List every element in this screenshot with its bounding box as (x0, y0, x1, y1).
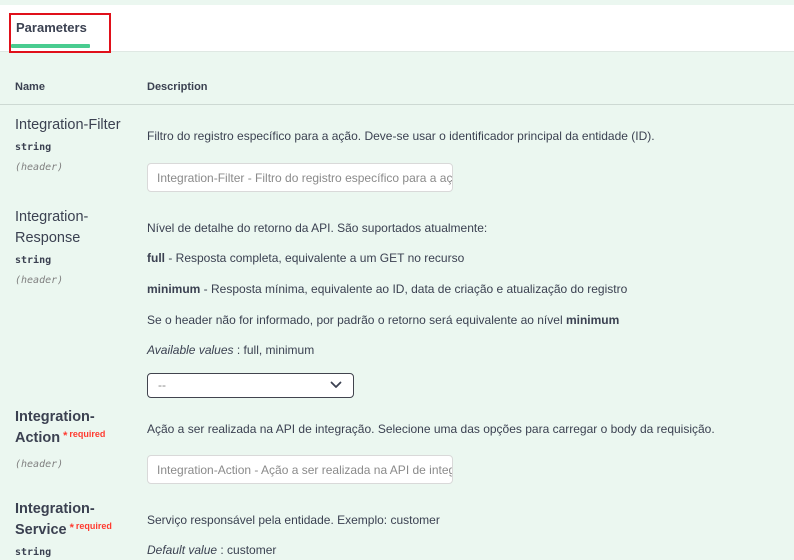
param-name-integration-response: Integration- Response (15, 207, 88, 249)
option-minimum-text: - Resposta mínima, equivalente ao ID, da… (200, 282, 628, 296)
tab-bar: Parameters (0, 5, 794, 53)
option-full-text: - Resposta completa, equivalente a um GE… (165, 251, 465, 265)
param-location: (header) (15, 162, 64, 173)
option-minimum: minimum - Resposta mínima, equivalente a… (147, 282, 627, 296)
required-asterisk: * (63, 430, 68, 442)
option-minimum-key: minimum (147, 282, 201, 296)
integration-action-input[interactable]: Integration-Action - Ação a ser realizad… (147, 455, 453, 484)
required-asterisk: * (69, 522, 74, 534)
column-header-description: Description (147, 81, 208, 93)
required-label: required (75, 521, 112, 531)
option-full-key: full (147, 251, 165, 265)
default-note-key: minimum (565, 313, 620, 327)
param-type: string (15, 255, 52, 266)
param-name-line2: Service (15, 522, 67, 538)
available-values: Available values : full, minimum (147, 343, 314, 357)
param-location: (header) (15, 459, 64, 470)
param-name-line1: Integration- (15, 209, 89, 225)
integration-filter-input[interactable]: Integration-Filter - Filtro do registro … (147, 163, 453, 192)
default-note-text: Se o header não for informado, por padrã… (147, 313, 566, 327)
param-name-line1: Integration- (15, 501, 95, 517)
active-tab-indicator (11, 44, 90, 48)
default-value-label: Default value (147, 543, 218, 557)
available-values-list: : full, minimum (233, 343, 315, 357)
column-header-name: Name (15, 81, 45, 93)
integration-response-select[interactable]: -- (147, 373, 354, 398)
option-full: full - Resposta completa, equivalente a … (147, 251, 464, 265)
param-name-integration-action: Integration- Action * required (15, 407, 105, 450)
param-name-line2: Action (15, 430, 61, 446)
select-value: -- (158, 378, 166, 392)
tab-parameters-label: Parameters (16, 20, 87, 35)
default-note: Se o header não for informado, por padrã… (147, 313, 619, 327)
param-location: (header) (15, 275, 64, 286)
param-name-integration-filter: Integration-Filter (15, 117, 121, 133)
param-description: Nível de detalhe do retorno da API. São … (147, 221, 488, 235)
param-description: Ação a ser realizada na API de integraçã… (147, 422, 715, 436)
param-name-line2: Response (15, 230, 81, 246)
header-divider (0, 104, 794, 105)
default-value: Default value : customer (147, 543, 276, 557)
param-description: Serviço responsável pela entidade. Exemp… (147, 513, 440, 527)
chevron-down-icon (330, 381, 342, 388)
default-value-text: : customer (217, 543, 277, 557)
param-name-line1: Integration- (15, 409, 95, 425)
tab-parameters[interactable]: Parameters (9, 13, 111, 53)
param-name-integration-service: Integration- Service * required (15, 499, 112, 542)
param-description: Filtro do registro específico para a açã… (147, 129, 655, 143)
available-values-label: Available values (147, 343, 234, 357)
param-type: string (15, 547, 52, 558)
param-type: string (15, 142, 52, 153)
required-label: required (69, 429, 106, 439)
